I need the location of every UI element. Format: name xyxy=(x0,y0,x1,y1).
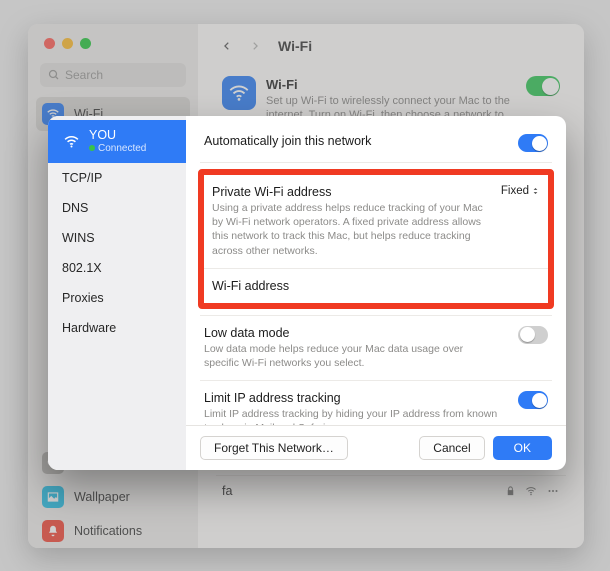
tab-proxies[interactable]: Proxies xyxy=(48,283,186,313)
tab-label: DNS xyxy=(62,201,88,215)
private-address-select[interactable]: Fixed xyxy=(501,185,540,197)
row-auto-join: Automatically join this network xyxy=(200,130,552,163)
network-details-sheet: YOU Connected TCP/IP DNS WINS 802.1X Pro… xyxy=(48,116,566,470)
row-low-data: Low data mode Low data mode helps reduce… xyxy=(200,315,552,381)
forget-network-button[interactable]: Forget This Network… xyxy=(200,436,348,460)
low-data-toggle[interactable] xyxy=(518,326,548,344)
sheet-main: Automatically join this network Private … xyxy=(186,116,566,470)
tab-label: Hardware xyxy=(62,321,116,335)
row-title: Low data mode xyxy=(204,326,500,340)
sheet-sidebar: YOU Connected TCP/IP DNS WINS 802.1X Pro… xyxy=(48,116,186,470)
auto-join-toggle[interactable] xyxy=(518,134,548,152)
tab-tcpip[interactable]: TCP/IP xyxy=(48,163,186,193)
tab-label: WINS xyxy=(62,231,95,245)
limit-ip-toggle[interactable] xyxy=(518,391,548,409)
tab-label: YOU xyxy=(89,128,146,143)
tab-dns[interactable]: DNS xyxy=(48,193,186,223)
row-title: Wi-Fi address xyxy=(212,279,530,293)
select-chevrons-icon xyxy=(531,185,540,197)
tab-label: TCP/IP xyxy=(62,171,102,185)
row-wifi-address: Wi-Fi address xyxy=(204,269,548,303)
row-limit-ip: Limit IP address tracking Limit IP addre… xyxy=(200,381,552,425)
tab-label: 802.1X xyxy=(62,261,102,275)
wifi-icon xyxy=(62,133,80,151)
highlight-annotation: Private Wi-Fi address Using a private ad… xyxy=(198,169,554,309)
tab-label: Proxies xyxy=(62,291,104,305)
cancel-button[interactable]: Cancel xyxy=(419,436,484,460)
row-desc: Limit IP address tracking by hiding your… xyxy=(204,407,500,425)
select-value: Fixed xyxy=(501,185,529,197)
connection-status: Connected xyxy=(89,143,146,155)
row-desc: Low data mode helps reduce your Mac data… xyxy=(204,342,500,370)
ok-button[interactable]: OK xyxy=(493,436,552,460)
sheet-footer: Forget This Network… Cancel OK xyxy=(186,425,566,470)
tab-hardware[interactable]: Hardware xyxy=(48,313,186,343)
row-title: Private Wi-Fi address xyxy=(212,185,483,199)
row-title: Limit IP address tracking xyxy=(204,391,500,405)
tab-network-name[interactable]: YOU Connected xyxy=(48,120,186,163)
row-title: Automatically join this network xyxy=(204,134,500,148)
tab-8021x[interactable]: 802.1X xyxy=(48,253,186,283)
row-desc: Using a private address helps reduce tra… xyxy=(212,201,483,258)
tab-wins[interactable]: WINS xyxy=(48,223,186,253)
row-private-address: Private Wi-Fi address Using a private ad… xyxy=(204,175,548,269)
